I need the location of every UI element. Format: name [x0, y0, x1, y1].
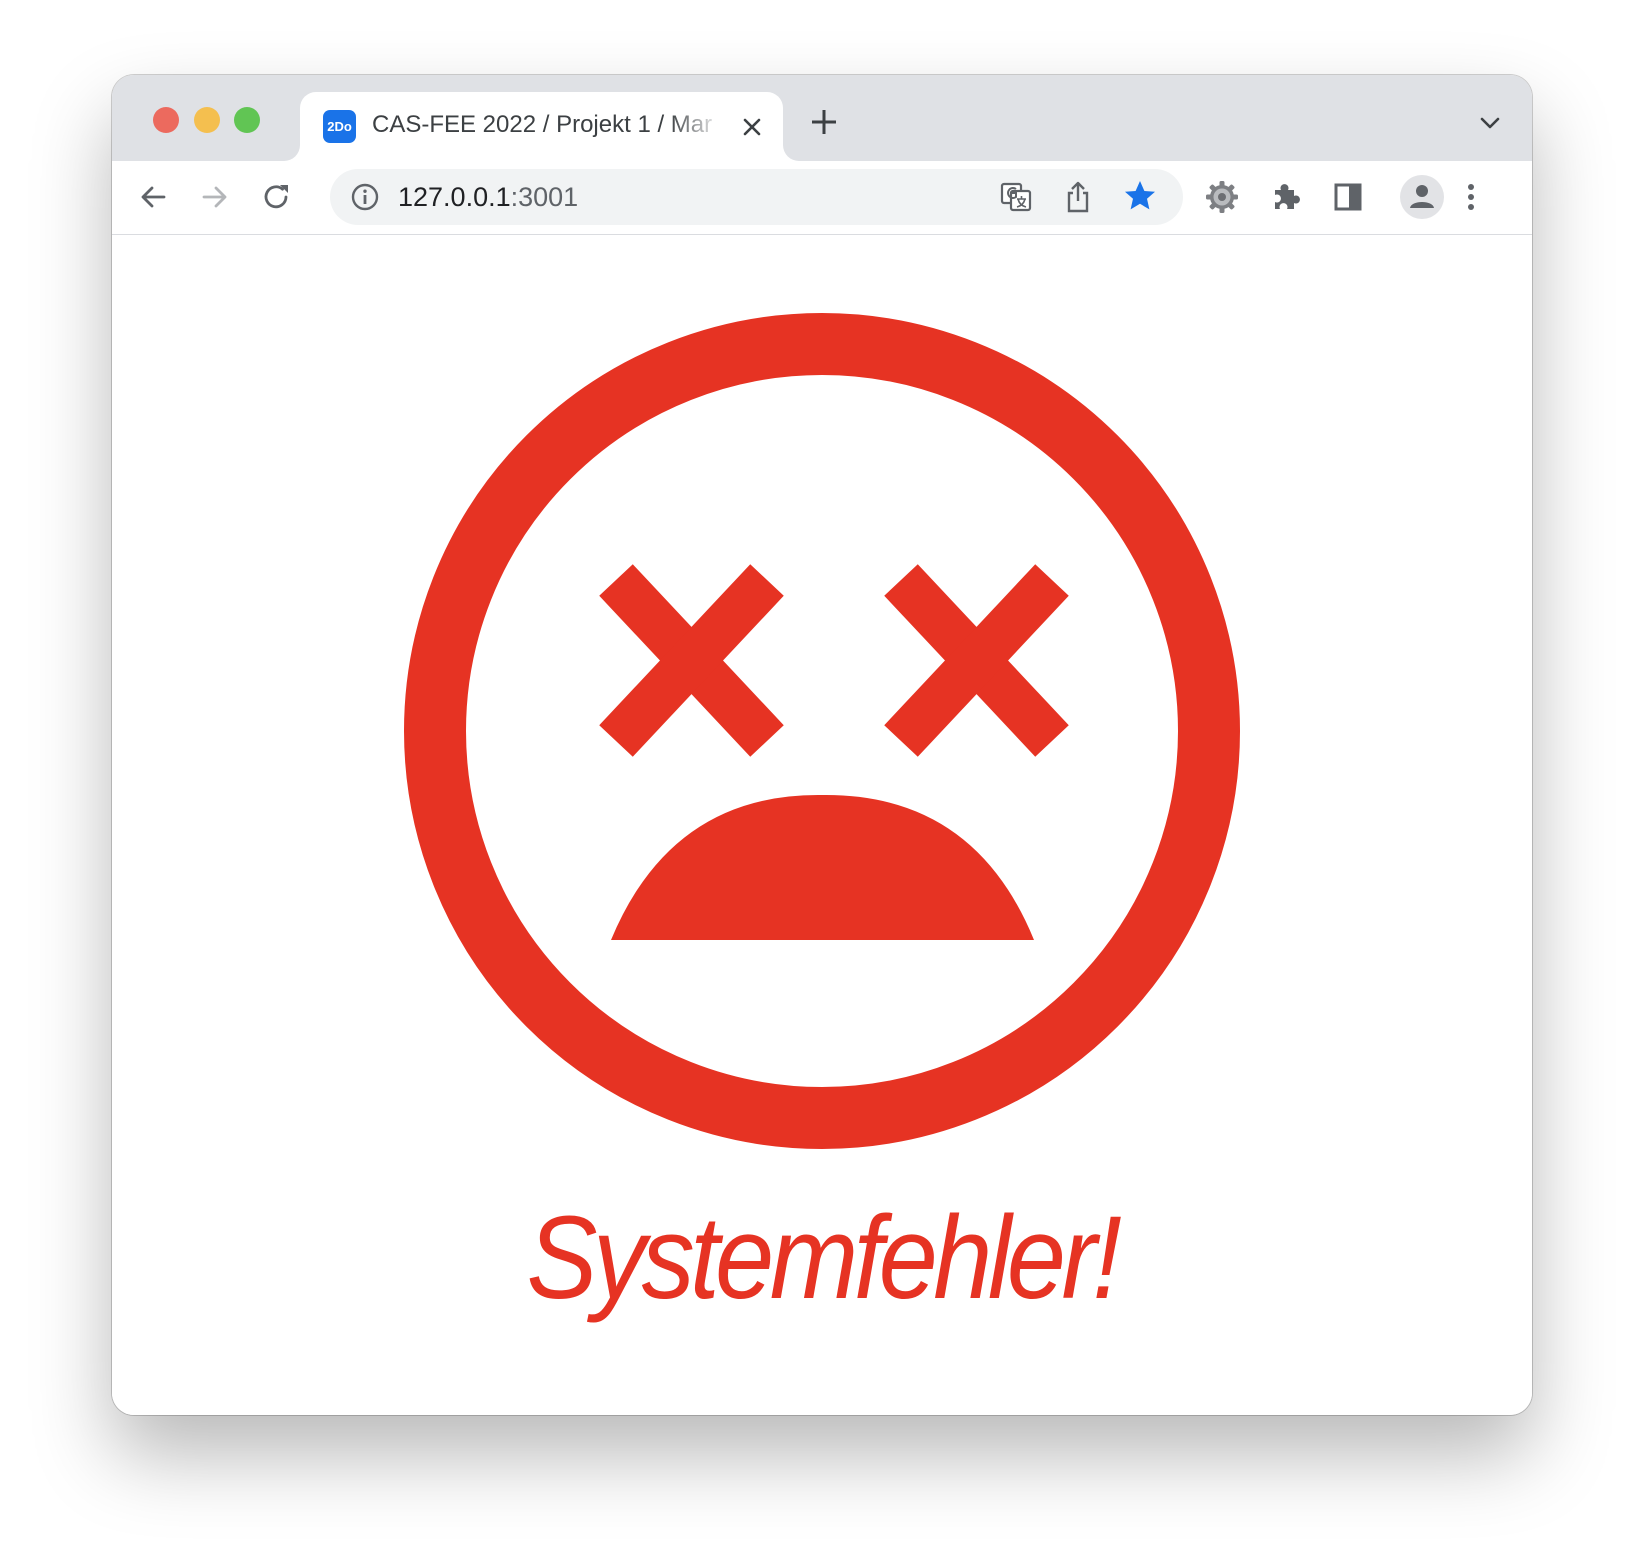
kebab-menu-icon[interactable] — [1454, 180, 1488, 214]
new-tab-icon[interactable] — [809, 107, 839, 137]
browser-window: 2Do CAS-FEE 2022 / Projekt 1 / Mar 127.0… — [112, 75, 1532, 1415]
side-panel-icon[interactable] — [1331, 180, 1365, 214]
page-content: Systemfehler! — [112, 235, 1532, 1415]
zoom-window-button[interactable] — [234, 107, 260, 133]
close-window-button[interactable] — [153, 107, 179, 133]
arrow-right-icon[interactable] — [198, 180, 232, 214]
minimize-window-button[interactable] — [194, 107, 220, 133]
url-port: :3001 — [510, 182, 579, 212]
frown-mouth-icon — [611, 794, 1034, 940]
tab-active[interactable]: 2Do CAS-FEE 2022 / Projekt 1 / Mar — [300, 92, 783, 161]
sad-face-icon — [404, 313, 1240, 1149]
toolbar: 127.0.0.1:3001 — [112, 161, 1532, 235]
star-icon[interactable] — [1123, 179, 1157, 213]
puzzle-icon[interactable] — [1269, 180, 1303, 214]
close-icon[interactable] — [738, 113, 766, 141]
left-eye-x-icon — [599, 564, 784, 757]
profile-icon — [1410, 185, 1434, 208]
reload-icon[interactable] — [260, 180, 294, 214]
url-host: 127.0.0.1 — [398, 182, 511, 212]
favicon: 2Do — [323, 110, 356, 143]
gear-icon[interactable] — [1204, 179, 1240, 215]
info-icon[interactable] — [350, 182, 380, 212]
right-eye-x-icon — [884, 564, 1069, 757]
address-bar[interactable]: 127.0.0.1:3001 — [330, 169, 1183, 225]
url-text[interactable]: 127.0.0.1:3001 — [398, 182, 578, 213]
tab-strip: 2Do CAS-FEE 2022 / Projekt 1 / Mar — [112, 75, 1532, 161]
arrow-left-icon[interactable] — [136, 180, 170, 214]
share-icon[interactable] — [1062, 180, 1094, 214]
tab-title: CAS-FEE 2022 / Projekt 1 / Mar — [372, 111, 713, 138]
translate-icon[interactable] — [1000, 181, 1032, 213]
chevron-down-icon[interactable] — [1478, 111, 1502, 135]
error-message: Systemfehler! — [526, 1192, 1122, 1324]
profile-button[interactable] — [1400, 175, 1444, 219]
